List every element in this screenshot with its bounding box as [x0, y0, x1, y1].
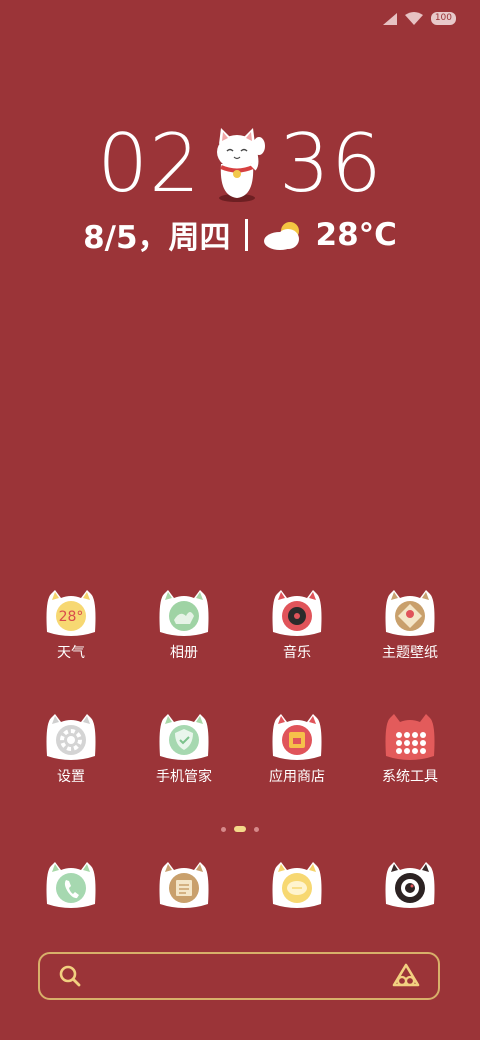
app-label: 音乐 [283, 645, 311, 661]
gallery-icon [159, 590, 209, 636]
messages-icon [272, 862, 322, 908]
date-text: 8/5，周四 [83, 220, 231, 256]
weather-icon-temp: 28° [59, 609, 84, 625]
temperature-text: 28°C [315, 216, 397, 253]
divider [244, 218, 248, 251]
clock-widget[interactable]: 02 36 [0, 118, 480, 210]
dock-phone[interactable] [15, 860, 127, 910]
dock-messages[interactable] [241, 860, 353, 910]
partly-cloudy-icon [263, 221, 299, 250]
app-gallery[interactable]: 相册 [128, 588, 240, 662]
app-label: 设置 [57, 769, 85, 785]
date-weather-line[interactable]: 8/5，周四 28°C [0, 212, 480, 257]
tools-icon [385, 714, 435, 760]
app-label: 主题壁纸 [382, 645, 438, 661]
page-indicator[interactable] [0, 826, 480, 832]
search-bar[interactable] [38, 952, 440, 1000]
weather-icon: 28° [46, 590, 96, 636]
camera-icon [385, 862, 435, 908]
app-label: 相册 [170, 645, 198, 661]
themes-icon [385, 590, 435, 636]
signal-icon [382, 12, 397, 25]
app-store-icon [272, 714, 322, 760]
dock-notes[interactable] [128, 860, 240, 910]
app-label: 手机管家 [156, 769, 212, 785]
search-input[interactable] [94, 964, 388, 990]
clock-hour: 02 [97, 117, 201, 210]
app-tools-folder[interactable]: 系统工具 [354, 712, 466, 786]
app-label: 系统工具 [382, 769, 438, 785]
status-bar: 100 [382, 12, 456, 25]
wifi-icon [404, 12, 423, 25]
music-icon [272, 590, 322, 636]
app-store[interactable]: 应用商店 [241, 712, 353, 786]
notes-icon [159, 862, 209, 908]
app-settings[interactable]: 设置 [15, 712, 127, 786]
page-dot[interactable] [254, 826, 259, 832]
voice-assistant-icon[interactable] [392, 963, 420, 989]
phone-icon [46, 862, 96, 908]
security-icon [159, 714, 209, 760]
clock-minute: 36 [279, 117, 383, 210]
battery-indicator: 100 [430, 12, 456, 25]
app-music[interactable]: 音乐 [241, 588, 353, 662]
app-themes[interactable]: 主题壁纸 [354, 588, 466, 662]
app-security[interactable]: 手机管家 [128, 712, 240, 786]
lucky-cat-icon [217, 128, 265, 202]
dock-camera[interactable] [354, 860, 466, 910]
page-dot-active[interactable] [234, 826, 246, 832]
app-label: 天气 [57, 645, 85, 661]
app-label: 应用商店 [269, 769, 325, 785]
app-weather[interactable]: 28° 天气 [15, 588, 127, 662]
search-icon[interactable] [58, 964, 82, 988]
page-dot[interactable] [221, 826, 226, 832]
settings-icon [46, 714, 96, 760]
